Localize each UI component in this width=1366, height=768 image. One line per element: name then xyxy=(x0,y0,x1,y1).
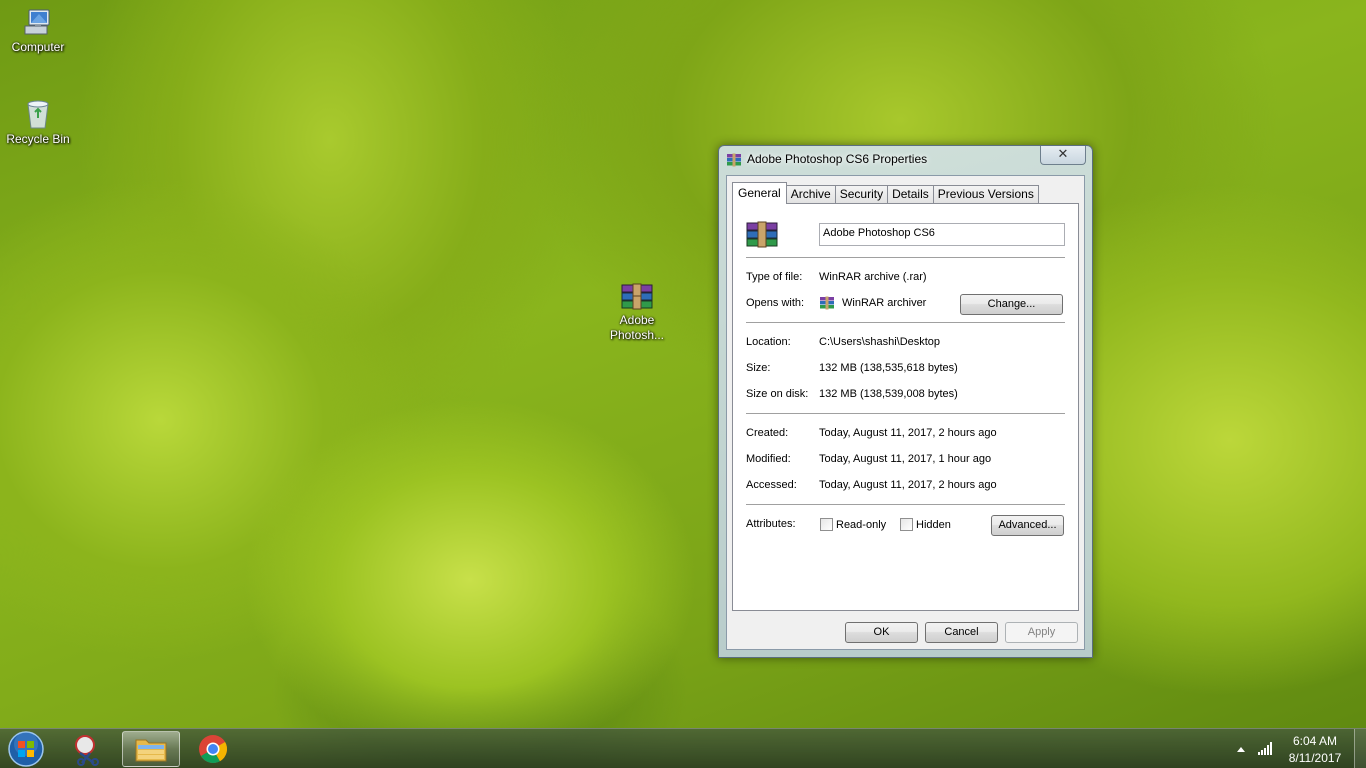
clock-time[interactable]: 6:04 AM xyxy=(1280,734,1350,748)
type-of-file-value: WinRAR archive (.rar) xyxy=(819,271,927,283)
size-on-disk-value: 132 MB (138,539,008 bytes) xyxy=(819,388,958,400)
winrar-app-icon xyxy=(820,296,834,310)
desktop-icon-recycle-bin[interactable]: Recycle Bin xyxy=(0,98,76,147)
file-explorer-icon xyxy=(135,739,167,762)
divider xyxy=(746,504,1065,505)
computer-icon xyxy=(24,9,50,35)
opens-with-value: WinRAR archiver xyxy=(842,297,927,309)
desktop-icon-label: Computer xyxy=(11,40,65,54)
winrar-archive-icon xyxy=(621,283,653,310)
modified-value: Today, August 11, 2017, 1 hour ago xyxy=(819,453,992,465)
dialog-client-area: General Archive Security Details Previou… xyxy=(726,175,1085,650)
size-value: 132 MB (138,535,618 bytes) xyxy=(819,362,958,374)
dialog-title: Adobe Photoshop CS6 Properties xyxy=(747,152,928,166)
attributes-label: Attributes: xyxy=(746,518,796,530)
file-name-field[interactable]: Adobe Photoshop CS6 xyxy=(819,223,1065,246)
ok-button[interactable]: OK xyxy=(845,622,918,643)
recycle-bin-icon xyxy=(27,100,49,129)
accessed-value: Today, August 11, 2017, 2 hours ago xyxy=(819,479,997,491)
snipping-tool-icon xyxy=(75,735,99,766)
tab-archive[interactable]: Archive xyxy=(785,185,836,204)
type-of-file-label: Type of file: xyxy=(746,271,803,283)
size-on-disk-label: Size on disk: xyxy=(746,388,809,400)
divider xyxy=(746,413,1065,414)
tab-details[interactable]: Details xyxy=(887,185,934,204)
start-button-icon[interactable] xyxy=(6,730,46,768)
tab-strip: General Archive Security Details Previou… xyxy=(732,182,1039,204)
tab-general[interactable]: General xyxy=(732,182,787,204)
desktop-icon-label: Recycle Bin xyxy=(6,132,70,146)
created-value: Today, August 11, 2017, 2 hours ago xyxy=(819,427,997,439)
properties-dialog: Adobe Photoshop CS6 Properties ✕ General… xyxy=(718,145,1093,658)
taskbar-snipping-tool[interactable] xyxy=(60,731,118,767)
location-value: C:\Users\shashi\Desktop xyxy=(819,336,941,348)
created-label: Created: xyxy=(746,427,789,439)
taskbar-file-explorer[interactable] xyxy=(122,731,180,767)
desktop-icon-computer[interactable]: Computer xyxy=(0,8,76,55)
cancel-button[interactable]: Cancel xyxy=(925,622,998,643)
general-tab-panel: Adobe Photoshop CS6 Type of file: WinRAR… xyxy=(732,203,1079,611)
tab-security[interactable]: Security xyxy=(834,185,889,204)
desktop-icon-label-line2: Photosh... xyxy=(609,328,665,342)
clock-date[interactable]: 8/11/2017 xyxy=(1280,751,1350,765)
modified-label: Modified: xyxy=(746,453,791,465)
winrar-title-icon xyxy=(727,153,741,167)
show-desktop-button[interactable] xyxy=(1354,729,1366,768)
desktop-icon-label-line1: Adobe xyxy=(619,313,655,327)
apply-button[interactable]: Apply xyxy=(1005,622,1078,643)
taskbar: 6:04 AM 8/11/2017 xyxy=(0,728,1366,768)
readonly-label[interactable]: Read-only xyxy=(836,519,886,531)
divider xyxy=(746,322,1065,323)
dialog-titlebar[interactable]: Adobe Photoshop CS6 Properties ✕ xyxy=(719,146,1092,172)
show-hidden-icons-icon[interactable] xyxy=(1236,745,1246,753)
divider xyxy=(746,257,1065,258)
size-label: Size: xyxy=(746,362,771,374)
advanced-button[interactable]: Advanced... xyxy=(991,515,1064,536)
opens-with-label: Opens with: xyxy=(746,297,805,309)
hidden-checkbox[interactable] xyxy=(900,518,913,531)
desktop-icon-adobe-photoshop-archive[interactable]: Adobe Photosh... xyxy=(599,283,675,343)
chrome-icon xyxy=(199,735,228,764)
tab-previous-versions[interactable]: Previous Versions xyxy=(932,185,1039,204)
readonly-checkbox[interactable] xyxy=(820,518,833,531)
hidden-label[interactable]: Hidden xyxy=(916,519,951,531)
close-button[interactable]: ✕ xyxy=(1040,146,1086,165)
network-signal-icon[interactable] xyxy=(1257,741,1273,755)
winrar-archive-icon xyxy=(746,221,778,248)
location-label: Location: xyxy=(746,336,791,348)
change-button[interactable]: Change... xyxy=(960,294,1063,315)
accessed-label: Accessed: xyxy=(746,479,797,491)
taskbar-chrome[interactable] xyxy=(184,731,242,767)
